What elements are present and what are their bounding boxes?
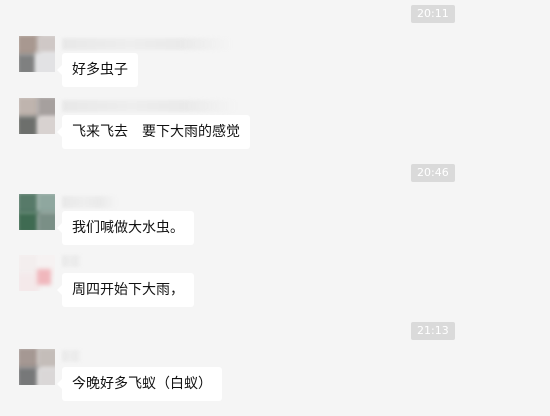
chat-message[interactable]: 周四开始下大雨，: [57, 273, 194, 307]
chat-message[interactable]: 我们喊做大水虫。: [57, 211, 194, 245]
sender-name: [62, 196, 117, 208]
sender-name: [62, 100, 237, 112]
avatar[interactable]: [19, 255, 55, 291]
sender-name: [62, 255, 82, 267]
avatar[interactable]: [19, 349, 55, 385]
timestamp: 20:46: [411, 164, 455, 182]
timestamp: 20:11: [411, 5, 455, 23]
avatar[interactable]: [19, 36, 55, 72]
sender-name: [62, 38, 232, 50]
timestamp: 21:13: [411, 322, 455, 340]
sender-name: [62, 350, 82, 362]
avatar[interactable]: [19, 194, 55, 230]
chat-message[interactable]: 今晚好多飞蚁（白蚁）: [57, 367, 222, 401]
avatar[interactable]: [19, 98, 55, 134]
chat-message[interactable]: 好多虫子: [57, 53, 138, 87]
chat-message[interactable]: 飞来飞去 要下大雨的感觉: [57, 115, 250, 149]
